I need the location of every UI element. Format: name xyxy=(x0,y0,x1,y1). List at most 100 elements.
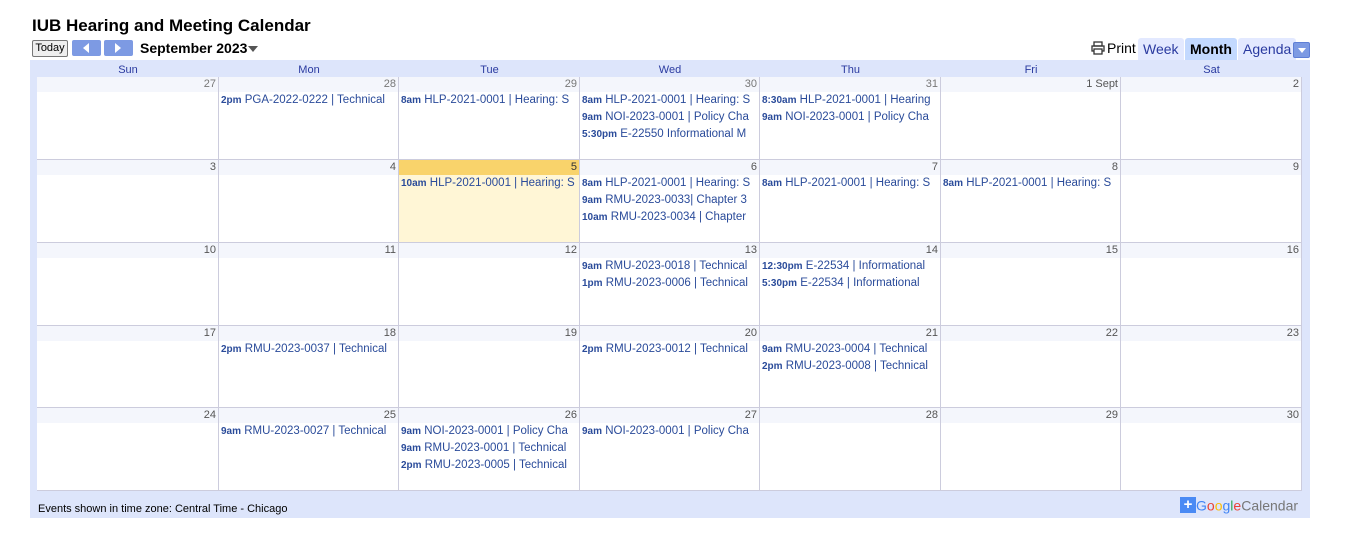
day-cell[interactable]: 10 xyxy=(37,243,219,326)
day-number[interactable]: 11 xyxy=(219,243,398,258)
day-number[interactable]: 9 xyxy=(1121,160,1301,175)
day-cell[interactable]: 20 2pm RMU-2023-0012 | Technical xyxy=(580,326,760,408)
day-number[interactable]: 18 xyxy=(219,326,398,341)
day-cell[interactable]: 3 xyxy=(37,160,219,243)
calendar-event[interactable]: 9am RMU-2023-0001 | Technical xyxy=(399,440,579,457)
day-number[interactable]: 30 xyxy=(1121,408,1301,423)
calendar-event[interactable]: 9am RMU-2023-0018 | Technical xyxy=(580,258,759,275)
print-button[interactable]: Print xyxy=(1091,40,1136,56)
day-number[interactable]: 31 xyxy=(760,77,940,92)
day-cell[interactable]: 31 8:30am HLP-2021-0001 | Hearing 9am NOI-… xyxy=(760,77,941,160)
day-number[interactable]: 30 xyxy=(580,77,759,92)
day-cell[interactable]: 24 xyxy=(37,408,219,491)
day-number[interactable]: 24 xyxy=(37,408,218,423)
day-cell[interactable]: 25 9am RMU-2023-0027 | Technical xyxy=(219,408,399,491)
calendar-event[interactable]: 5:30pm E-22550 Informational M xyxy=(580,126,759,143)
day-number[interactable]: 8 xyxy=(941,160,1120,175)
day-cell[interactable]: 4 xyxy=(219,160,399,243)
day-cell[interactable]: 18 2pm RMU-2023-0037 | Technical xyxy=(219,326,399,408)
day-number[interactable]: 28 xyxy=(760,408,940,423)
day-number[interactable]: 12 xyxy=(399,243,579,258)
calendar-event[interactable]: 8:30am HLP-2021-0001 | Hearing xyxy=(760,92,940,109)
day-cell[interactable]: 30 xyxy=(1121,408,1302,491)
day-number[interactable]: 29 xyxy=(941,408,1120,423)
tab-month[interactable]: Month xyxy=(1185,38,1237,60)
day-number[interactable]: 3 xyxy=(37,160,218,175)
tab-agenda[interactable]: Agenda xyxy=(1238,38,1297,60)
day-cell[interactable]: 11 xyxy=(219,243,399,326)
day-number[interactable]: 5 xyxy=(399,160,579,175)
calendar-event[interactable]: 9am NOI-2023-0001 | Policy Cha xyxy=(760,109,940,126)
calendar-event[interactable]: 12:30pm E-22534 | Informational xyxy=(760,258,940,275)
calendar-event[interactable]: 9am RMU-2023-0027 | Technical xyxy=(219,423,398,440)
day-number[interactable]: 10 xyxy=(37,243,218,258)
day-cell[interactable]: 9 xyxy=(1121,160,1302,243)
day-number[interactable]: 14 xyxy=(760,243,940,258)
day-number[interactable]: 29 xyxy=(399,77,579,92)
day-number[interactable]: 25 xyxy=(219,408,398,423)
day-number[interactable]: 27 xyxy=(37,77,218,92)
today-button[interactable]: Today xyxy=(32,40,68,57)
day-number[interactable]: 21 xyxy=(760,326,940,341)
calendar-event[interactable]: 1pm RMU-2023-0006 | Technical xyxy=(580,275,759,292)
day-cell[interactable]: 29 8am HLP-2021-0001 | Hearing: S xyxy=(399,77,580,160)
month-picker-dropdown[interactable] xyxy=(248,46,258,52)
calendar-event[interactable]: 9am NOI-2023-0001 | Policy Cha xyxy=(580,109,759,126)
day-cell[interactable]: 2 xyxy=(1121,77,1302,160)
day-number[interactable]: 23 xyxy=(1121,326,1301,341)
day-number[interactable]: 16 xyxy=(1121,243,1301,258)
next-button[interactable] xyxy=(104,40,133,56)
calendar-event[interactable]: 9am NOI-2023-0001 | Policy Cha xyxy=(399,423,579,440)
day-cell[interactable]: 5 10am HLP-2021-0001 | Hearing: S xyxy=(399,160,580,243)
day-number[interactable]: 20 xyxy=(580,326,759,341)
day-cell[interactable]: 7 8am HLP-2021-0001 | Hearing: S xyxy=(760,160,941,243)
day-cell[interactable]: 6 8am HLP-2021-0001 | Hearing: S 9am RMU-2… xyxy=(580,160,760,243)
day-cell[interactable]: 29 xyxy=(941,408,1121,491)
day-cell[interactable]: 27 9am NOI-2023-0001 | Policy Cha xyxy=(580,408,760,491)
day-cell[interactable]: 26 9am NOI-2023-0001 | Policy Cha 9am RMU-… xyxy=(399,408,580,491)
day-cell[interactable]: 8 8am HLP-2021-0001 | Hearing: S xyxy=(941,160,1121,243)
calendar-event[interactable]: 9am NOI-2023-0001 | Policy Cha xyxy=(580,423,759,440)
day-number[interactable]: 13 xyxy=(580,243,759,258)
day-cell[interactable]: 28 2pm PGA-2022-0222 | Technical xyxy=(219,77,399,160)
calendar-event[interactable]: 2pm RMU-2023-0005 | Technical xyxy=(399,457,579,474)
day-cell[interactable]: 19 xyxy=(399,326,580,408)
day-cell[interactable]: 1 Sept xyxy=(941,77,1121,160)
day-number[interactable]: 19 xyxy=(399,326,579,341)
day-cell[interactable]: 16 xyxy=(1121,243,1302,326)
day-cell[interactable]: 22 xyxy=(941,326,1121,408)
calendar-event[interactable]: 8am HLP-2021-0001 | Hearing: S xyxy=(399,92,579,109)
calendar-event[interactable]: 2pm RMU-2023-0037 | Technical xyxy=(219,341,398,358)
day-number[interactable]: 15 xyxy=(941,243,1120,258)
calendar-event[interactable]: 10am HLP-2021-0001 | Hearing: S xyxy=(399,175,579,192)
calendar-event[interactable]: 10am RMU-2023-0034 | Chapter xyxy=(580,209,759,226)
day-number[interactable]: 28 xyxy=(219,77,398,92)
day-cell[interactable]: 15 xyxy=(941,243,1121,326)
day-cell[interactable]: 13 9am RMU-2023-0018 | Technical 1pm RMU-2… xyxy=(580,243,760,326)
day-cell[interactable]: 21 9am RMU-2023-0004 | Technical 2pm RMU-2… xyxy=(760,326,941,408)
calendar-event[interactable]: 2pm PGA-2022-0222 | Technical xyxy=(219,92,398,109)
day-number[interactable]: 4 xyxy=(219,160,398,175)
calendar-event[interactable]: 8am HLP-2021-0001 | Hearing: S xyxy=(941,175,1120,192)
day-cell[interactable]: 27 xyxy=(37,77,219,160)
day-number[interactable]: 6 xyxy=(580,160,759,175)
prev-button[interactable] xyxy=(72,40,101,56)
calendar-event[interactable]: 8am HLP-2021-0001 | Hearing: S xyxy=(760,175,940,192)
calendar-event[interactable]: 2pm RMU-2023-0008 | Technical xyxy=(760,358,940,375)
google-calendar-add-button[interactable]: + GoogleCalendar xyxy=(1180,496,1298,514)
day-number[interactable]: 7 xyxy=(760,160,940,175)
calendar-event[interactable]: 2pm RMU-2023-0012 | Technical xyxy=(580,341,759,358)
day-cell[interactable]: 14 12:30pm E-22534 | Informational 5:30pm … xyxy=(760,243,941,326)
tab-week[interactable]: Week xyxy=(1138,38,1184,60)
calendar-event[interactable]: 8am HLP-2021-0001 | Hearing: S xyxy=(580,92,759,109)
calendar-event[interactable]: 9am RMU-2023-0033| Chapter 3 xyxy=(580,192,759,209)
calendar-event[interactable]: 9am RMU-2023-0004 | Technical xyxy=(760,341,940,358)
day-number[interactable]: 17 xyxy=(37,326,218,341)
day-cell[interactable]: 23 xyxy=(1121,326,1302,408)
day-number[interactable]: 26 xyxy=(399,408,579,423)
day-number[interactable]: 22 xyxy=(941,326,1120,341)
view-options-dropdown[interactable] xyxy=(1293,42,1310,58)
calendar-event[interactable]: 8am HLP-2021-0001 | Hearing: S xyxy=(580,175,759,192)
day-number[interactable]: 27 xyxy=(580,408,759,423)
day-cell[interactable]: 17 xyxy=(37,326,219,408)
